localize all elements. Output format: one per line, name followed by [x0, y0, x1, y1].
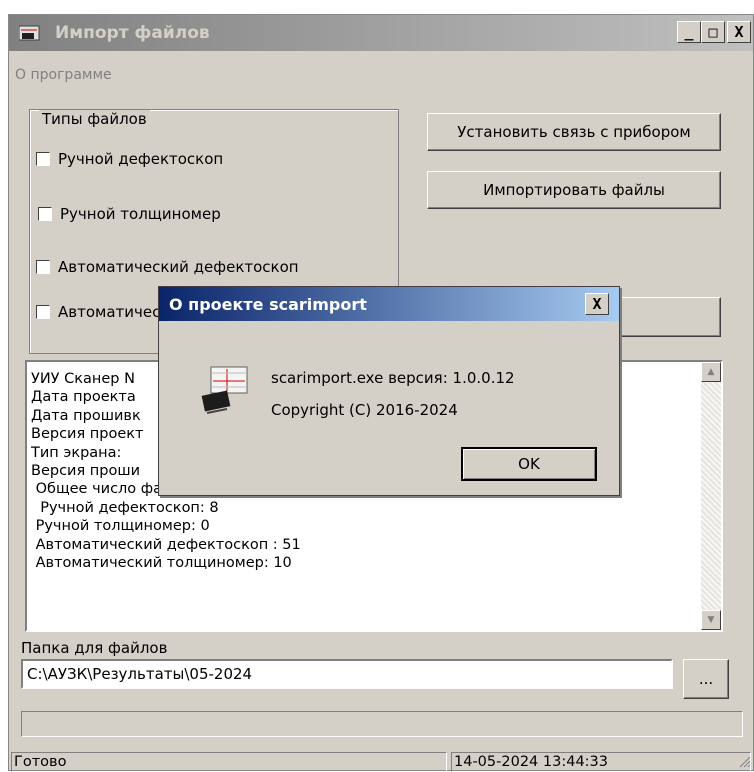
folder-label: Папка для файлов — [21, 639, 168, 657]
info-line: Автоматический толщиномер: 10 — [31, 555, 292, 572]
status-datetime: 14-05-2024 13:44:33 — [451, 752, 751, 772]
checkbox-box[interactable] — [38, 207, 52, 221]
info-line: Ручной толщиномер: 0 — [31, 518, 210, 535]
checkbox-auto-flaw-detector[interactable]: Автоматический дефектоскоп — [36, 258, 299, 276]
scroll-up-icon[interactable]: ▲ — [701, 362, 721, 382]
dialog-title: О проекте scarimport — [169, 295, 367, 314]
checkbox-label: Ручной дефектоскоп — [58, 150, 224, 168]
resize-grip-icon[interactable] — [737, 754, 751, 768]
dialog-ok-button[interactable]: OK — [461, 447, 597, 481]
checkbox-manual-flaw-detector[interactable]: Ручной дефектоскоп — [36, 150, 223, 168]
window-title: Импорт файлов — [55, 23, 210, 43]
vertical-scrollbar[interactable]: ▲ ▼ — [701, 362, 721, 630]
checkbox-label: Автоматический дефектоскоп — [58, 258, 299, 276]
dialog-version-text: scarimport.exe версия: 1.0.0.12 — [271, 369, 515, 387]
folder-path-input[interactable]: C:\АУЗК\Результаты\05-2024 — [21, 659, 673, 689]
title-bar[interactable]: Импорт файлов _ □ X — [9, 15, 753, 51]
checkbox-box[interactable] — [36, 305, 50, 319]
browse-button[interactable]: ... — [683, 659, 729, 699]
close-button[interactable]: X — [727, 21, 751, 43]
checkbox-label: Ручной толщиномер — [60, 205, 221, 223]
import-files-button[interactable]: Импортировать файлы — [427, 171, 721, 209]
dialog-close-button[interactable]: X — [585, 293, 609, 315]
about-dialog: О проекте scarimport X scarimport.exe ве… — [158, 286, 620, 496]
minimize-button[interactable]: _ — [677, 21, 701, 43]
file-types-legend: Типы файлов — [39, 110, 150, 128]
scroll-down-icon[interactable]: ▼ — [701, 610, 721, 630]
application-icon — [201, 366, 248, 414]
info-line: Автоматический дефектоскоп : 51 — [31, 536, 301, 553]
connect-device-button[interactable]: Установить связь с прибором — [427, 113, 721, 151]
checkbox-manual-thickness-gauge[interactable]: Ручной толщиномер — [38, 205, 221, 223]
dialog-title-bar[interactable]: О проекте scarimport X — [159, 287, 619, 321]
progress-bar — [21, 711, 743, 737]
maximize-button[interactable]: □ — [701, 21, 725, 43]
info-line: Ручной дефектоскоп: 8 — [31, 499, 219, 516]
status-text: Готово — [11, 752, 447, 772]
dialog-copyright-text: Copyright (C) 2016-2024 — [271, 401, 458, 419]
app-icon — [19, 25, 40, 41]
checkbox-box[interactable] — [36, 152, 50, 166]
checkbox-box[interactable] — [36, 260, 50, 274]
menu-item-about[interactable]: О программе — [15, 67, 112, 83]
